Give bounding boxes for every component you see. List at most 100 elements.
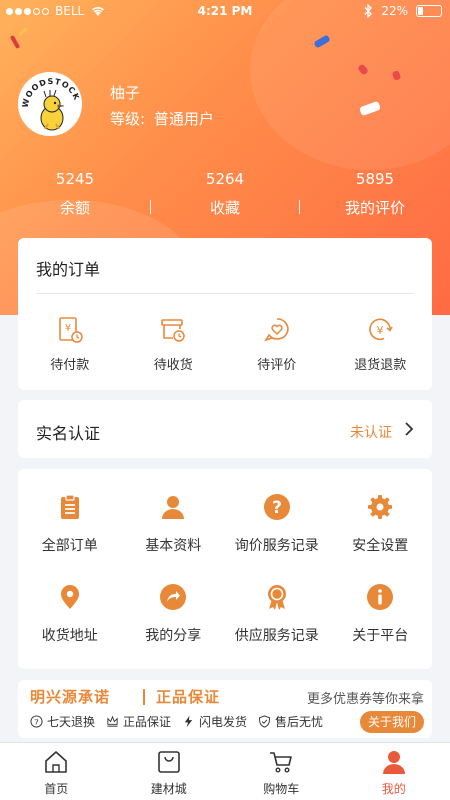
level-value: 普通用户 bbox=[153, 110, 214, 128]
menu-row: 全部订单 基本资料 ? 询价服务记录 安全设置 bbox=[18, 493, 432, 555]
stat-value: 5245 bbox=[55, 170, 95, 188]
promise-point-label: 闪电发货 bbox=[199, 715, 248, 729]
order-item-label: 待收货 bbox=[153, 358, 193, 373]
menu-label: 安全设置 bbox=[352, 538, 409, 554]
menu-label: 基本资料 bbox=[145, 538, 202, 554]
confetti-decor bbox=[9, 34, 21, 50]
menu-shipping-address[interactable]: 收货地址 bbox=[18, 583, 122, 645]
tab-mine[interactable]: 我的 bbox=[338, 743, 450, 800]
promise-point: 售后无忧 bbox=[258, 713, 323, 730]
tab-building-materials[interactable]: 建材城 bbox=[113, 743, 226, 800]
tab-label: 首页 bbox=[44, 782, 69, 796]
menu-label: 我的分享 bbox=[145, 628, 202, 644]
tab-label: 建材城 bbox=[150, 782, 187, 796]
share-icon bbox=[160, 584, 187, 610]
tab-label: 我的 bbox=[381, 782, 406, 796]
crown-icon bbox=[107, 715, 118, 727]
tab-home[interactable]: 首页 bbox=[0, 743, 113, 800]
person-icon bbox=[162, 496, 185, 519]
menu-basic-profile[interactable]: 基本资料 bbox=[122, 493, 226, 555]
order-item-label: 待付款 bbox=[50, 358, 90, 373]
menu-label: 收货地址 bbox=[41, 628, 98, 644]
bottom-tab-bar: 首页 建材城 购物车 我的 bbox=[0, 742, 450, 800]
decor-blob bbox=[250, 0, 450, 170]
service-menu-card: 全部订单 基本资料 ? 询价服务记录 安全设置 收货地址 我的分享 供应服务记录… bbox=[18, 469, 432, 669]
menu-about-platform[interactable]: 关于平台 bbox=[329, 583, 433, 645]
divider bbox=[36, 293, 414, 294]
svg-text:7: 7 bbox=[34, 717, 39, 726]
stat-label: 收藏 bbox=[209, 199, 240, 217]
promise-subtitle: 正品保证 bbox=[156, 688, 221, 706]
refund-icon: ¥ bbox=[369, 318, 393, 341]
battery-percent: 22% bbox=[381, 4, 408, 18]
pending-payment-icon: ¥ bbox=[58, 317, 83, 343]
svg-text:?: ? bbox=[272, 498, 282, 518]
menu-label: 询价服务记录 bbox=[234, 538, 319, 554]
real-name-verification-row[interactable]: 实名认证 未认证 bbox=[18, 400, 432, 458]
seven-day-return-icon: 7 bbox=[30, 715, 43, 728]
promise-point-label: 售后无忧 bbox=[275, 715, 324, 729]
profile-icon bbox=[382, 751, 405, 774]
promise-divider bbox=[143, 689, 145, 705]
shopping-bag-icon bbox=[157, 751, 180, 773]
award-ribbon-icon bbox=[267, 585, 286, 610]
promise-point: 闪电发货 bbox=[182, 713, 247, 730]
stat-divider bbox=[150, 200, 151, 214]
stat-value: 5895 bbox=[355, 170, 395, 188]
promise-point: 正品保证 bbox=[106, 713, 171, 730]
stat-balance[interactable]: 5245 余额 bbox=[0, 168, 150, 222]
stats-row: 5245 余额 5264 收藏 5895 我的评价 bbox=[0, 168, 450, 222]
promise-title: 明兴源承诺 bbox=[30, 688, 111, 706]
confetti-decor bbox=[18, 27, 28, 36]
promise-points: 7 七天退换 正品保证 闪电发货 售后无忧 bbox=[30, 713, 329, 730]
stat-favorites[interactable]: 5264 收藏 bbox=[150, 168, 300, 222]
question-icon: ? bbox=[263, 494, 290, 520]
menu-label: 全部订单 bbox=[41, 538, 98, 554]
shield-check-icon bbox=[258, 715, 271, 728]
menu-security-settings[interactable]: 安全设置 bbox=[329, 493, 433, 555]
location-pin-icon bbox=[60, 585, 79, 609]
pending-review-icon bbox=[263, 318, 289, 342]
order-pending-review[interactable]: 待评价 bbox=[225, 316, 329, 373]
user-level: 等级: 普通用户 bbox=[110, 108, 214, 129]
avatar[interactable]: WOODSTOCK bbox=[18, 72, 82, 136]
order-status-row: ¥ 待付款 待收货 待评价 ¥ 退货退款 bbox=[18, 316, 432, 373]
orders-title[interactable]: 我的订单 bbox=[36, 256, 100, 280]
lightning-icon bbox=[184, 715, 193, 728]
stat-reviews[interactable]: 5895 我的评价 bbox=[300, 168, 450, 222]
tab-label: 购物车 bbox=[263, 782, 300, 796]
menu-label: 供应服务记录 bbox=[234, 628, 319, 644]
stat-label: 余额 bbox=[59, 199, 90, 217]
chevron-right-icon bbox=[405, 422, 414, 436]
stat-divider bbox=[299, 200, 300, 214]
svg-text:¥: ¥ bbox=[65, 323, 71, 334]
coupon-promo-link[interactable]: 更多优惠券等你来拿 bbox=[307, 688, 424, 707]
tab-cart[interactable]: 购物车 bbox=[225, 743, 338, 800]
status-bar: BELL 4:21 PM 22% bbox=[0, 0, 450, 22]
menu-inquiry-records[interactable]: ? 询价服务记录 bbox=[225, 493, 329, 555]
verification-status: 未认证 bbox=[350, 425, 392, 441]
cart-icon bbox=[270, 752, 293, 773]
order-pending-payment[interactable]: ¥ 待付款 bbox=[18, 316, 122, 373]
gear-icon bbox=[368, 495, 393, 519]
info-icon bbox=[367, 584, 394, 610]
about-us-button[interactable]: 关于我们 bbox=[360, 711, 424, 733]
menu-all-orders[interactable]: 全部订单 bbox=[18, 493, 122, 555]
order-item-label: 退货退款 bbox=[354, 358, 407, 373]
promise-point-label: 正品保证 bbox=[123, 715, 172, 729]
order-pending-delivery[interactable]: 待收货 bbox=[122, 316, 226, 373]
stat-label: 我的评价 bbox=[344, 199, 405, 217]
menu-supply-records[interactable]: 供应服务记录 bbox=[225, 583, 329, 645]
promise-banner: 明兴源承诺 正品保证 更多优惠券等你来拿 7 七天退换 正品保证 闪电发货 售后… bbox=[18, 680, 432, 738]
bluetooth-icon bbox=[364, 4, 373, 18]
level-label: 等级: bbox=[110, 110, 146, 128]
promise-point: 7 七天退换 bbox=[30, 713, 95, 730]
order-item-label: 待评价 bbox=[257, 358, 297, 373]
user-name: 柚子 bbox=[110, 84, 141, 102]
home-icon bbox=[45, 751, 68, 773]
svg-text:¥: ¥ bbox=[377, 324, 384, 337]
status-right-group: 22% bbox=[363, 4, 442, 18]
menu-my-share[interactable]: 我的分享 bbox=[122, 583, 226, 645]
menu-label: 关于平台 bbox=[352, 628, 409, 644]
order-refund[interactable]: ¥ 退货退款 bbox=[329, 316, 433, 373]
